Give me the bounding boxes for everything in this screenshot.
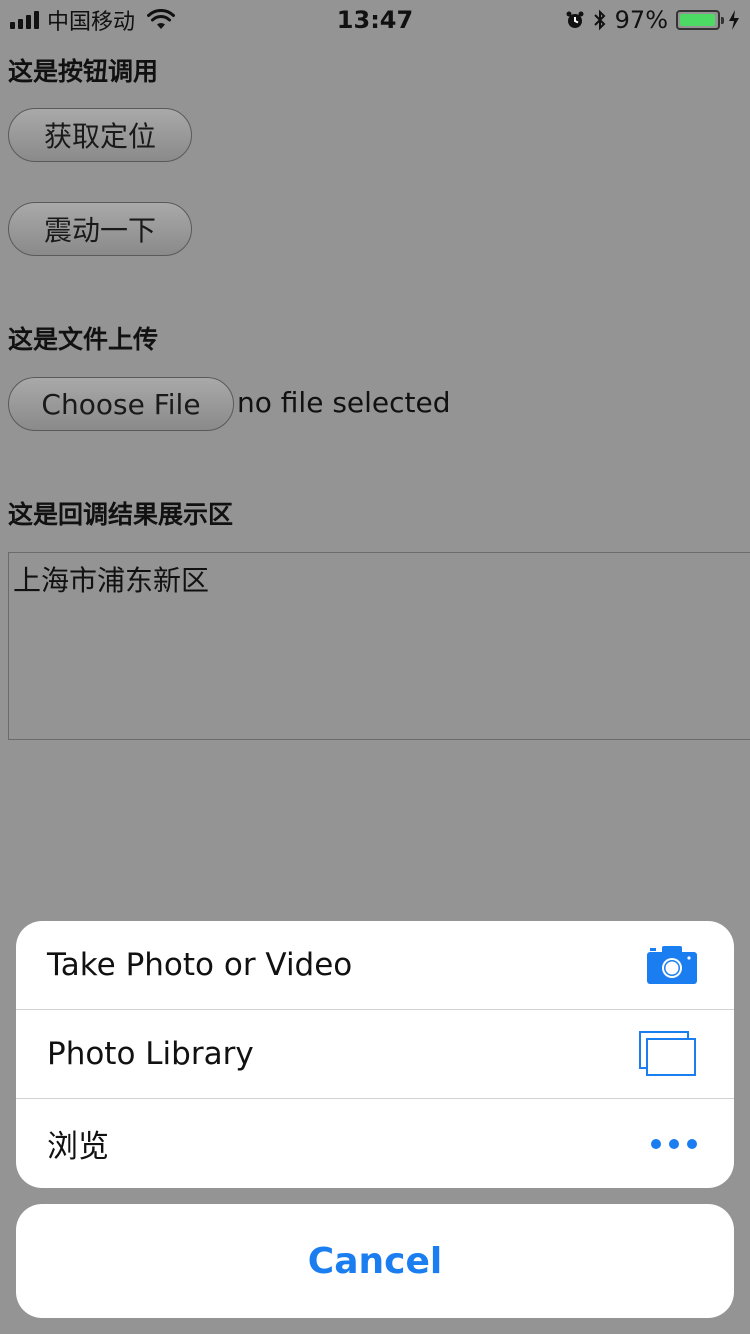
result-section-title: 这是回调结果展示区 — [8, 500, 234, 529]
file-status-text: no file selected — [237, 386, 451, 419]
camera-icon — [646, 945, 698, 985]
battery-fill — [680, 14, 715, 26]
get-location-button[interactable]: 获取定位 — [8, 108, 192, 162]
charging-bolt-icon — [729, 10, 739, 30]
more-dots-icon — [650, 1138, 698, 1150]
photo-library-label: Photo Library — [47, 1036, 254, 1072]
battery-percent: 97% — [614, 6, 668, 34]
alarm-icon — [566, 11, 584, 28]
browse-option[interactable]: 浏览 — [16, 1099, 734, 1188]
choose-file-button[interactable]: Choose File — [8, 377, 234, 431]
vibrate-button[interactable]: 震动一下 — [8, 202, 192, 256]
battery-icon — [676, 10, 724, 30]
action-sheet: Take Photo or Video Photo Library 浏览 — [16, 921, 734, 1188]
upload-section-title: 这是文件上传 — [8, 325, 159, 354]
take-photo-label: Take Photo or Video — [47, 947, 353, 983]
button-section-title: 这是按钮调用 — [8, 57, 159, 86]
browse-label: 浏览 — [47, 1129, 109, 1165]
status-right: 97% — [565, 6, 740, 34]
cancel-button[interactable]: Cancel — [16, 1204, 734, 1318]
take-photo-option[interactable]: Take Photo or Video — [16, 921, 734, 1010]
status-bar: 中国移动 13:47 97% — [0, 0, 750, 40]
photo-library-option[interactable]: Photo Library — [16, 1010, 734, 1099]
result-textarea[interactable]: 上海市浦东新区 — [8, 552, 750, 740]
bluetooth-icon — [593, 9, 606, 31]
photo-library-icon — [638, 1030, 698, 1078]
